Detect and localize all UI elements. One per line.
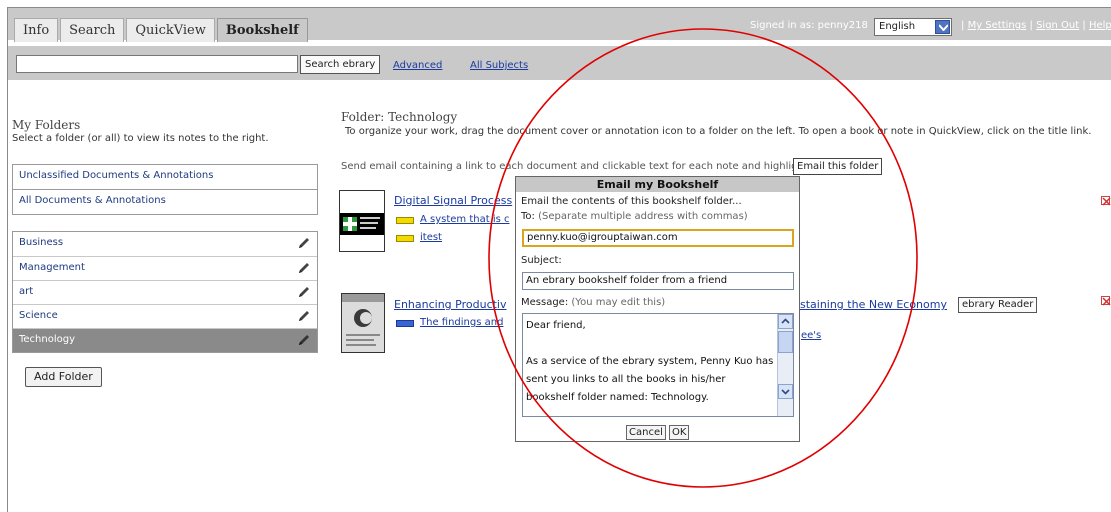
folder-item-art[interactable]: art [13,280,317,304]
to-email-field[interactable]: penny.kuo@igrouptaiwan.com [522,229,794,247]
book-cover-image [342,294,384,352]
note-link[interactable]: A system that is c [420,214,510,225]
folder-list-top: Unclassified Documents & Annotations [12,164,318,190]
link-separator: | [1082,20,1086,31]
ok-button[interactable]: OK [669,425,690,440]
folder-label: art [19,286,34,297]
blue-highlight-icon[interactable] [396,320,414,327]
subject-field[interactable]: An ebrary bookshelf folder from a friend [522,272,794,290]
document-title-link-end[interactable]: ustaining the New Economy [793,298,947,311]
to-note: (Separate multiple address with commas) [538,211,748,222]
book-cover-dsp[interactable] [339,190,385,252]
message-label: Message: [521,297,569,308]
language-select[interactable]: English [874,18,952,36]
all-subjects-link[interactable]: All Subjects [470,60,528,71]
message-label-row: Message: (You may edit this) [521,297,665,308]
folder-label: Science [19,310,58,321]
yellow-highlight-icon[interactable] [396,217,414,224]
my-folders-description: Select a folder (or all) to view its not… [12,133,269,144]
my-settings-link[interactable]: My Settings [968,20,1027,31]
sign-out-link[interactable]: Sign Out [1036,20,1079,31]
link-separator: | [1029,20,1033,31]
note-link-end[interactable]: ee's [801,330,821,341]
top-navigation-bar: Info Search QuickView Bookshelf Signed i… [8,8,1111,42]
dialog-title: Email my Bookshelf [516,177,799,192]
book-cover-productivity[interactable] [341,293,385,353]
folder-list: Business Management art Science Technolo… [12,231,318,353]
message-scrollbar[interactable] [777,314,793,416]
language-value: English [879,21,916,32]
folder-instructions: To organize your work, drag the document… [345,126,1092,137]
search-button[interactable]: Search ebrary [300,55,381,74]
app-frame: Info Search QuickView Bookshelf Signed i… [7,7,1111,512]
folder-title: Folder: Technology [341,110,458,124]
folder-list-all: All Documents & Annotations [12,189,318,215]
tab-quickview[interactable]: QuickView [126,18,215,42]
pencil-icon[interactable] [297,285,311,299]
chevron-down-icon[interactable] [935,20,950,34]
remove-icon[interactable] [1101,296,1111,306]
help-link[interactable]: Help [1089,20,1111,31]
note-link[interactable]: The findings and [420,317,503,328]
pencil-icon[interactable] [297,309,311,323]
my-folders-title: My Folders [12,118,81,132]
search-input[interactable] [16,55,298,73]
dialog-intro: Email the contents of this bookshelf fol… [521,196,742,207]
link-separator: | [961,20,965,31]
tab-search[interactable]: Search [60,18,125,42]
search-bar: Search ebrary Advanced All Subjects [8,46,1111,80]
account-links: | My Settings | Sign Out | Help [961,20,1111,31]
send-email-text: Send email containing a link to each doc… [341,161,808,172]
folder-item-science[interactable]: Science [13,304,317,328]
document-title-link[interactable]: Enhancing Productiv [394,298,507,311]
cancel-button[interactable]: Cancel [626,425,666,440]
advanced-search-link[interactable]: Advanced [393,60,442,71]
scroll-thumb[interactable] [778,331,793,353]
folder-label: Business [19,237,64,248]
pencil-icon[interactable] [297,261,311,275]
folder-item-business[interactable]: Business [13,232,317,256]
email-folder-button[interactable]: Email this folder [793,158,883,175]
yellow-note-icon[interactable] [396,235,414,242]
ebrary-reader-button[interactable]: ebrary Reader [958,297,1038,313]
scroll-up-icon[interactable] [778,314,793,329]
scroll-down-icon[interactable] [778,384,793,399]
document-title-link[interactable]: Digital Signal Process [394,194,512,207]
folder-label: Management [19,262,85,273]
folder-item-technology[interactable]: Technology [13,328,317,352]
folder-item-all[interactable]: All Documents & Annotations [13,190,317,214]
pencil-icon[interactable] [297,236,311,250]
tab-info[interactable]: Info [14,18,59,42]
to-label: To: [521,211,535,222]
signed-in-text: Signed in as: penny218 [750,20,868,31]
tab-bookshelf[interactable]: Bookshelf [216,18,308,42]
add-folder-button[interactable]: Add Folder [25,367,102,387]
subject-label: Subject: [521,255,562,266]
email-bookshelf-dialog: Email my Bookshelf Email the contents of… [515,176,800,442]
message-note: (You may edit this) [571,297,666,308]
folder-item-unclassified[interactable]: Unclassified Documents & Annotations [13,165,317,189]
message-line: As a service of the ebrary system, Penny… [526,356,774,403]
book-cover-image [340,191,384,251]
folder-item-management[interactable]: Management [13,256,317,280]
to-label-row: To: (Separate multiple address with comm… [521,211,748,222]
note-link[interactable]: itest [420,232,442,243]
folder-label: Technology [19,334,76,345]
message-textarea[interactable]: Dear friend, As a service of the ebrary … [522,313,794,417]
pencil-icon[interactable] [297,333,311,347]
message-line: Dear friend, [526,320,586,331]
message-text: Dear friend, As a service of the ebrary … [526,317,776,416]
remove-icon[interactable] [1101,196,1111,206]
tab-strip: Info Search QuickView Bookshelf [14,18,308,42]
